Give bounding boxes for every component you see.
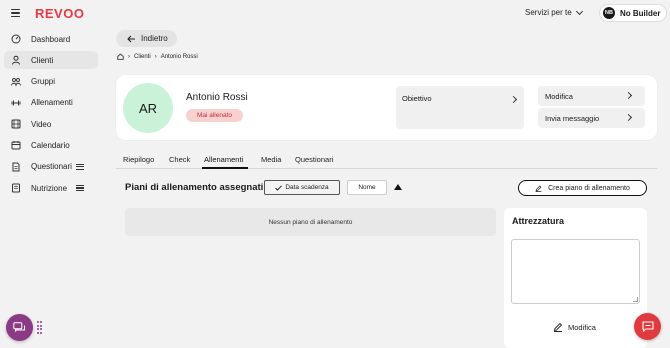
equipment-edit-button[interactable]: Modifica [553, 322, 596, 332]
sort-name-chip[interactable]: Nome [347, 180, 387, 195]
gauge-icon [11, 34, 21, 44]
tab-media[interactable]: Media [261, 155, 281, 164]
chevron-right-icon [509, 95, 518, 104]
active-tab-indicator [202, 167, 248, 169]
dumbbell-icon [11, 98, 21, 108]
tab-riepilogo[interactable]: Riepilogo [123, 155, 154, 164]
equipment-edit-label: Modifica [568, 322, 596, 332]
send-message-label: Invia messaggio [545, 114, 600, 123]
empty-plans-text: Nessun piano di allenamento [268, 218, 353, 226]
edit-client-button[interactable]: Modifica [538, 86, 645, 106]
home-icon[interactable] [117, 53, 124, 60]
sort-date-chip[interactable]: Data scadenza [264, 180, 340, 195]
sidebar-item-video[interactable]: Video [4, 115, 98, 133]
client-avatar: AR [123, 83, 173, 133]
tab-check[interactable]: Check [169, 155, 190, 164]
user-icon [11, 55, 21, 65]
sidebar-item-label: Nutrizione [31, 183, 68, 193]
user-menu-button[interactable]: NB No Builder [599, 4, 668, 22]
client-tabs: Riepilogo Check Allenamenti Media Questi… [116, 153, 657, 169]
back-button[interactable]: Indietro [116, 30, 177, 47]
client-name: Antonio Rossi [186, 92, 248, 103]
send-message-button[interactable]: Invia messaggio [538, 108, 645, 128]
user-avatar: NB [603, 7, 615, 19]
chevron-right-icon: › [128, 53, 130, 60]
back-button-label: Indietro [141, 34, 168, 43]
calendar-icon [11, 140, 21, 150]
sidebar-item-gruppi[interactable]: Gruppi [4, 73, 98, 91]
resize-handle-icon[interactable] [633, 297, 638, 302]
hamburger-menu-icon[interactable] [11, 9, 20, 18]
app-logo[interactable]: REVOO [35, 6, 84, 21]
chat-widget-button[interactable] [6, 314, 33, 341]
edit-label: Modifica [545, 92, 573, 101]
sidebar-item-label: Allenamenti [31, 98, 73, 108]
sidebar-item-label: Clienti [31, 55, 54, 65]
sort-date-label: Data scadenza [285, 184, 329, 191]
sort-name-label: Nome [358, 184, 376, 191]
user-name: No Builder [620, 8, 661, 18]
equipment-textarea[interactable] [511, 239, 640, 304]
sidebar-item-allenamenti[interactable]: Allenamenti [4, 94, 98, 112]
plans-title: Piani di allenamento assegnati [125, 182, 264, 193]
profile-card: AR Antonio Rossi Mai allenato Obiettivo … [116, 75, 657, 140]
top-bar: REVOO Servizi per te NB No Builder [0, 0, 670, 26]
support-chat-button[interactable] [634, 313, 661, 340]
list-lines-icon [76, 185, 84, 192]
sidebar-item-label: Questionari [31, 162, 72, 172]
sidebar-item-clienti[interactable]: Clienti [4, 51, 98, 70]
sidebar: Dashboard Clienti Gruppi Allenamenti Vid… [0, 30, 102, 200]
tab-questionari[interactable]: Questionari [295, 155, 333, 164]
equipment-panel: Attrezzatura Modifica [504, 208, 647, 348]
list-lines-icon [76, 163, 84, 170]
chevron-right-icon [624, 113, 633, 122]
create-plan-label: Crea piano di allenamento [548, 184, 630, 192]
objective-button[interactable]: Obiettivo [396, 86, 524, 129]
sidebar-item-label: Calendario [31, 140, 70, 150]
pencil-icon [553, 322, 563, 332]
check-icon [275, 184, 283, 191]
sidebar-item-dashboard[interactable]: Dashboard [4, 30, 98, 48]
objective-label: Obiettivo [402, 94, 432, 103]
sidebar-item-questionari[interactable]: Questionari [4, 158, 98, 176]
sidebar-item-label: Gruppi [31, 77, 56, 87]
chevron-down-icon [575, 7, 583, 15]
drag-handle-icon[interactable] [37, 321, 42, 334]
status-badge: Mai allenato [186, 109, 243, 122]
message-icon [641, 321, 654, 332]
sidebar-item-label: Video [31, 119, 52, 129]
sidebar-item-calendario[interactable]: Calendario [4, 136, 98, 154]
document-icon [11, 162, 21, 172]
breadcrumb: › Clienti › Antonio Rossi [117, 53, 198, 60]
sort-direction-icon[interactable] [394, 184, 402, 190]
equipment-title: Attrezzatura [512, 216, 565, 226]
sidebar-item-label: Dashboard [31, 34, 71, 44]
tab-allenamenti[interactable]: Allenamenti [204, 155, 243, 164]
arrow-left-icon [127, 35, 135, 42]
book-icon [11, 183, 21, 193]
create-plan-button[interactable]: Crea piano di allenamento [518, 180, 647, 196]
group-icon [11, 77, 21, 87]
pencil-icon [535, 185, 542, 192]
breadcrumb-clienti[interactable]: Clienti [134, 54, 151, 60]
sidebar-item-nutrizione[interactable]: Nutrizione [4, 179, 98, 197]
services-dropdown[interactable]: Servizi per te [525, 7, 583, 17]
chevron-right-icon [624, 91, 633, 100]
film-icon [11, 119, 21, 129]
chat-bubbles-icon [13, 321, 25, 332]
breadcrumb-current: Antonio Rossi [160, 53, 198, 60]
services-label: Servizi per te [525, 8, 572, 17]
chevron-right-icon: › [154, 53, 157, 60]
empty-plans-message: Nessun piano di allenamento [125, 208, 496, 236]
